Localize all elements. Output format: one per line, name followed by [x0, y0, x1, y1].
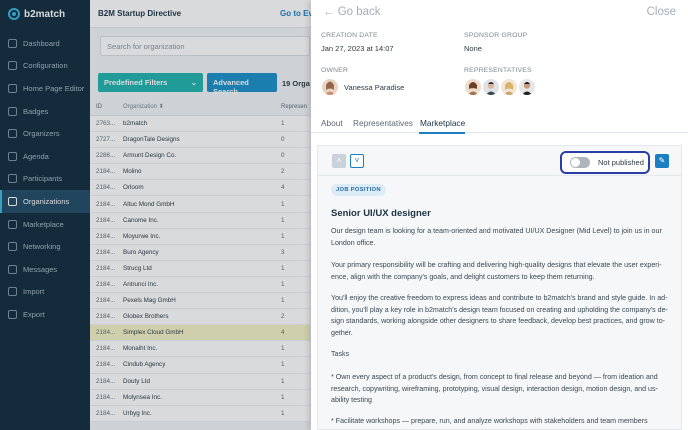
- sponsor-group-label: SPONSOR GROUP: [464, 32, 528, 39]
- task-list-item: * Own every aspect of a product's design…: [331, 373, 658, 404]
- arrow-left-icon: ←: [323, 6, 335, 18]
- description-paragraph: You'll enjoy the creative freedom to exp…: [331, 294, 668, 337]
- move-up-button[interactable]: ˄: [332, 154, 346, 168]
- creation-date-value: Jan 27, 2023 at 14:07: [321, 44, 394, 53]
- chevron-up-icon: ˄: [336, 156, 342, 165]
- active-tab-indicator: [419, 132, 465, 134]
- tab-marketplace[interactable]: Marketplace: [420, 118, 465, 128]
- avatar[interactable]: [465, 79, 481, 95]
- task-list-item: * Facilitate workshops — prepare, run, a…: [331, 417, 648, 425]
- publish-toggle[interactable]: [570, 157, 590, 168]
- job-title: Senior UI/UX designer: [331, 208, 431, 219]
- marketplace-item-card: ˄ ˅ Not published ✎ JOB POSITION Senior …: [317, 145, 682, 430]
- owner-avatar[interactable]: [322, 79, 338, 95]
- tasks-heading: Tasks: [331, 350, 350, 358]
- avatar[interactable]: [483, 79, 499, 95]
- go-back-button[interactable]: ← Go back: [323, 6, 381, 18]
- owner-name[interactable]: Vanessa Paradise: [344, 83, 404, 92]
- move-down-button[interactable]: ˅: [350, 154, 364, 168]
- owner-label: OWNER: [321, 67, 349, 74]
- edit-button[interactable]: ✎: [655, 154, 669, 168]
- item-toolbar: ˄ ˅ Not published ✎: [318, 146, 681, 176]
- publish-status-label: Not published: [598, 158, 644, 167]
- job-position-badge: JOB POSITION: [331, 184, 386, 196]
- sponsor-group-value: None: [464, 44, 482, 53]
- creation-date-label: CREATION DATE: [321, 32, 378, 39]
- description-paragraph: Your primary responsibility will be craf…: [331, 261, 662, 281]
- panel-tabs: About Representatives Marketplace: [311, 113, 688, 134]
- tab-about[interactable]: About: [321, 118, 343, 128]
- tab-representatives[interactable]: Representatives: [353, 118, 413, 128]
- chevron-down-icon: ˅: [354, 156, 360, 165]
- avatar[interactable]: [519, 79, 535, 95]
- avatar[interactable]: [501, 79, 517, 95]
- publish-toggle-container: Not published: [560, 151, 650, 174]
- representatives-label: REPRESENTATIVES: [464, 67, 532, 74]
- description-paragraph: Our design team is looking for a team-or…: [331, 227, 662, 247]
- close-button[interactable]: Close: [647, 6, 676, 18]
- pencil-icon: ✎: [658, 156, 666, 165]
- detail-panel: ← Go back Close CREATION DATE Jan 27, 20…: [311, 0, 688, 430]
